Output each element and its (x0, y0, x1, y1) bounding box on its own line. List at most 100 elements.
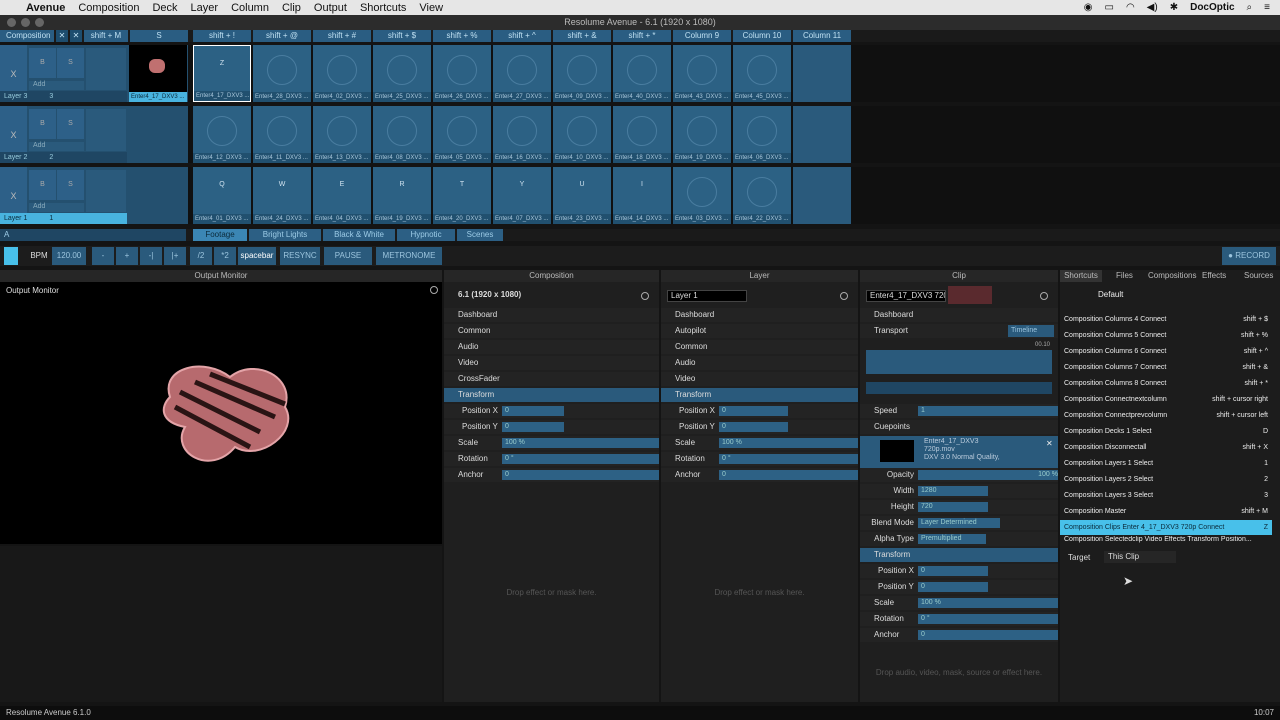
layer-add-button[interactable]: Add (29, 203, 84, 212)
menu-composition[interactable]: Composition (78, 2, 139, 14)
param-position-y[interactable]: Position Y0 (661, 420, 858, 434)
param-anchor[interactable]: Anchor 0 (860, 628, 1058, 642)
column-header-11[interactable]: Column 11 (793, 30, 851, 42)
column-header-3[interactable]: shift + # (313, 30, 371, 42)
column-master-s[interactable]: S (130, 30, 188, 42)
param-position-y[interactable]: Position Y0 (860, 580, 1058, 594)
param-position-x[interactable]: Position X0 (860, 564, 1058, 578)
preset-dropdown[interactable]: Default (1098, 290, 1248, 302)
prop-height[interactable]: Height 720 (860, 500, 1058, 514)
section-dashboard[interactable]: Dashboard (860, 308, 1058, 322)
layer-mav-toggles[interactable] (86, 109, 126, 151)
nudge-forward-button[interactable]: |+ (164, 247, 186, 265)
layer-panel-header[interactable]: Layer (661, 270, 858, 282)
param-scale[interactable]: Scale 100 % (444, 436, 659, 450)
clip-slot[interactable]: Enter4_28_DXV3 ... (253, 45, 311, 102)
clip-slot[interactable]: Q Enter4_01_DXV3 ... (193, 167, 251, 224)
section-common[interactable]: Common (444, 324, 659, 338)
layer-name[interactable]: Layer 3 3 (0, 91, 127, 102)
param-rotation[interactable]: Rotation 0 ° (444, 452, 659, 466)
section-video[interactable]: Video (444, 356, 659, 370)
column-header-2[interactable]: shift + @ (253, 30, 311, 42)
shortcut-row[interactable]: Composition Columns 6 Connect shift + ^ (1060, 344, 1272, 359)
menu-shortcuts[interactable]: Shortcuts (360, 2, 406, 14)
deck-tab-bright-lights[interactable]: Bright Lights (249, 229, 321, 241)
display-icon[interactable]: ▭ (1104, 2, 1113, 13)
clip-slot[interactable]: I Enter4_14_DXV3 ... (613, 167, 671, 224)
clip-slot[interactable]: Y Enter4_07_DXV3 ... (493, 167, 551, 224)
clip-slot[interactable]: T Enter4_20_DXV3 ... (433, 167, 491, 224)
deck-tab-scenes[interactable]: Scenes (457, 229, 503, 241)
bluetooth-icon[interactable]: ✱ (1170, 2, 1178, 13)
clip-slot[interactable]: Enter4_03_DXV3 ... (673, 167, 731, 224)
column-header-5[interactable]: shift + % (433, 30, 491, 42)
search-icon[interactable]: ⌕ (1247, 2, 1253, 13)
bpm-input[interactable]: 120.00 (52, 247, 86, 265)
clip-slot[interactable]: U Enter4_23_DXV3 ... (553, 167, 611, 224)
volume-icon[interactable]: ◀) (1147, 2, 1158, 13)
clip-panel-header[interactable]: Clip (860, 270, 1058, 282)
menu-layer[interactable]: Layer (191, 2, 219, 14)
column-header-10[interactable]: Column 10 (733, 30, 791, 42)
layer-mav-toggles[interactable] (86, 48, 126, 90)
param-anchor[interactable]: Anchor 0 (444, 468, 659, 482)
clip-slot[interactable]: Enter4_25_DXV3 ... (373, 45, 431, 102)
clip-slot[interactable]: Enter4_09_DXV3 ... (553, 45, 611, 102)
tab-effects[interactable]: Effects (1202, 270, 1226, 282)
clip-slot[interactable]: Enter4_43_DXV3 ... (673, 45, 731, 102)
shortcut-row[interactable]: Composition Columns 7 Connect shift + & (1060, 360, 1272, 375)
section-common[interactable]: Common (661, 340, 858, 354)
column-header-7[interactable]: shift + & (553, 30, 611, 42)
clip-slot[interactable]: Enter4_05_DXV3 ... (433, 106, 491, 163)
clip-slot[interactable]: Enter4_40_DXV3 ... (613, 45, 671, 102)
tap-indicator[interactable] (4, 247, 18, 265)
master-shortcut[interactable]: shift + M (84, 30, 128, 42)
clip-transport-controls[interactable] (866, 382, 1052, 394)
prop-opacity[interactable]: Opacity 100 % (860, 468, 1058, 482)
deck-tab-black-white[interactable]: Black & White (323, 229, 395, 241)
shortcut-row[interactable]: Composition Master shift + M (1060, 504, 1272, 519)
bpm-increase-button[interactable]: + (116, 247, 138, 265)
composition-x-icon[interactable]: ✕ (56, 30, 68, 42)
param-rotation[interactable]: Rotation 0 ° (661, 452, 858, 466)
user-name[interactable]: DocOptic (1190, 2, 1234, 13)
layer-mav-toggles[interactable] (86, 170, 126, 212)
menu-output[interactable]: Output (314, 2, 347, 14)
param-anchor[interactable]: Anchor 0 (661, 468, 858, 482)
close-icon[interactable]: ✕ (1046, 439, 1053, 448)
clip-slot[interactable]: Z Enter4_17_DXV3 ... (193, 45, 251, 102)
transport-mode-dropdown[interactable]: Timeline (1008, 325, 1054, 337)
clip-slot[interactable]: Enter4_26_DXV3 ... (433, 45, 491, 102)
section-dashboard[interactable]: Dashboard (444, 308, 659, 322)
param-rotation[interactable]: Rotation 0 ° (860, 612, 1058, 626)
menu-clip[interactable]: Clip (282, 2, 301, 14)
shortcut-row[interactable]: Composition Decks 1 Select D (1060, 424, 1272, 439)
layer-add-button[interactable]: Add (29, 81, 84, 90)
composition-b-icon[interactable]: ✕ (70, 30, 82, 42)
section-transform[interactable]: Transform (661, 388, 858, 402)
gear-icon[interactable] (840, 292, 848, 300)
column-header-9[interactable]: Column 9 (673, 30, 731, 42)
clip-slot[interactable]: W Enter4_24_DXV3 ... (253, 167, 311, 224)
layer-solo-button[interactable]: S (57, 109, 84, 139)
pause-button[interactable]: PAUSE (324, 247, 372, 265)
clip-slot[interactable]: Enter4_02_DXV3 ... (313, 45, 371, 102)
layer-add-button[interactable]: Add (29, 142, 84, 151)
deck-tab-hypnotic[interactable]: Hypnotic (397, 229, 455, 241)
double-tempo-button[interactable]: *2 (214, 247, 236, 265)
section-audio[interactable]: Audio (444, 340, 659, 354)
param-position-x[interactable]: Position X0 (444, 404, 659, 418)
section-dashboard[interactable]: Dashboard (661, 308, 858, 322)
section-transport[interactable]: Transport Timeline (860, 324, 1058, 338)
minimize-window-button[interactable] (21, 18, 30, 27)
empty-clip-slot[interactable] (793, 106, 851, 163)
zoom-window-button[interactable] (35, 18, 44, 27)
menu-deck[interactable]: Deck (152, 2, 177, 14)
tab-files[interactable]: Files (1116, 270, 1133, 282)
layer-name[interactable]: Layer 1 1 (0, 213, 127, 224)
composition-resolution[interactable]: 6.1 (1920 x 1080) (444, 288, 659, 302)
clip-slot[interactable]: R Enter4_19_DXV3 ... (373, 167, 431, 224)
clip-slot[interactable]: Enter4_11_DXV3 ... (253, 106, 311, 163)
composition-panel-header[interactable]: Composition (444, 270, 659, 282)
column-header-8[interactable]: shift + * (613, 30, 671, 42)
